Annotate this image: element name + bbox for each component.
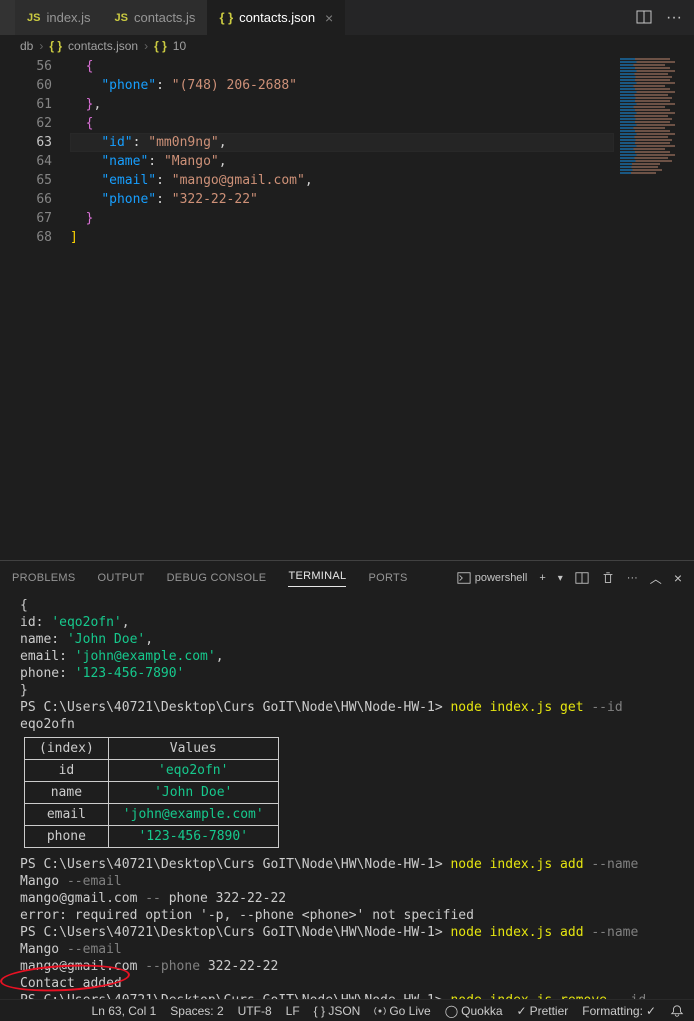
tab-terminal[interactable]: TERMINAL — [288, 570, 346, 587]
line-gutter: 56 60 61 62 63 64 65 66 67 68 — [0, 57, 70, 560]
json-icon: { } — [154, 39, 167, 53]
tab-label: index.js — [46, 10, 90, 25]
terminal-profile[interactable]: powershell — [457, 571, 528, 585]
terminal-content[interactable]: { id: 'eqo2ofn', name: 'John Doe', email… — [0, 595, 694, 1005]
breadcrumb-symbol: 10 — [173, 39, 186, 53]
chevron-right-icon: › — [39, 39, 43, 53]
powershell-icon — [457, 571, 471, 585]
minimap[interactable] — [620, 57, 680, 187]
tab-problems[interactable]: PROBLEMS — [12, 572, 76, 584]
code-editor[interactable]: 56 60 61 62 63 64 65 66 67 68 { "phone":… — [0, 57, 694, 560]
check-icon: ✓ — [517, 1004, 527, 1018]
status-language[interactable]: { } JSON — [314, 1004, 361, 1018]
json-icon: { } — [49, 39, 62, 53]
broadcast-icon — [374, 1005, 386, 1017]
editor-tabs-bar: JS index.js JS contacts.js { } contacts.… — [0, 0, 694, 35]
status-spaces[interactable]: Spaces: 2 — [170, 1004, 223, 1018]
status-quokka[interactable]: ◯Quokka — [445, 1004, 503, 1018]
code-content[interactable]: { "phone": "(748) 206-2688" }, { "id": "… — [70, 57, 313, 560]
breadcrumb-root: db — [20, 39, 33, 53]
tab-index-js[interactable]: JS index.js — [15, 0, 103, 35]
tab-contacts-json[interactable]: { } contacts.json × — [207, 0, 345, 35]
terminal-table: (index)Values id'eqo2ofn' name'John Doe'… — [24, 737, 279, 848]
breadcrumb-file: contacts.json — [68, 39, 138, 53]
status-bar: Ln 63, Col 1 Spaces: 2 UTF-8 LF { } JSON… — [0, 999, 694, 1021]
chevron-right-icon: › — [144, 39, 148, 53]
close-panel-icon[interactable]: × — [674, 570, 682, 586]
activity-bar-strip — [0, 0, 15, 35]
trash-icon[interactable] — [601, 571, 615, 585]
close-icon[interactable]: × — [325, 10, 333, 26]
status-eol[interactable]: LF — [286, 1004, 300, 1018]
tab-debug-console[interactable]: DEBUG CONSOLE — [167, 572, 267, 584]
bell-icon[interactable] — [670, 1004, 684, 1018]
json-icon: { } — [219, 10, 233, 25]
status-formatting[interactable]: Formatting:✓ — [582, 1004, 656, 1018]
tab-label: contacts.json — [239, 10, 315, 25]
js-icon: JS — [27, 12, 40, 24]
more-icon[interactable]: ··· — [666, 9, 682, 27]
breadcrumb[interactable]: db › { } contacts.json › { } 10 — [0, 35, 694, 57]
status-encoding[interactable]: UTF-8 — [238, 1004, 272, 1018]
chevron-down-icon[interactable]: ▾ — [558, 573, 563, 584]
new-terminal-icon[interactable]: + — [539, 572, 545, 584]
bottom-panel: PROBLEMS OUTPUT DEBUG CONSOLE TERMINAL P… — [0, 560, 694, 1005]
status-lncol[interactable]: Ln 63, Col 1 — [92, 1004, 157, 1018]
tab-output[interactable]: OUTPUT — [98, 572, 145, 584]
tab-ports[interactable]: PORTS — [368, 572, 407, 584]
more-icon[interactable]: ··· — [627, 572, 638, 584]
status-prettier[interactable]: ✓Prettier — [517, 1004, 569, 1018]
status-golive[interactable]: Go Live — [374, 1004, 430, 1018]
circle-icon: ◯ — [445, 1004, 458, 1018]
split-editor-icon[interactable] — [636, 9, 652, 27]
tab-label: contacts.js — [134, 10, 195, 25]
split-terminal-icon[interactable] — [575, 571, 589, 585]
panel-tabs: PROBLEMS OUTPUT DEBUG CONSOLE TERMINAL P… — [0, 561, 694, 595]
js-icon: JS — [115, 12, 128, 24]
chevron-up-icon[interactable]: ︿ — [650, 570, 662, 587]
check-icon: ✓ — [646, 1004, 656, 1018]
tab-contacts-js[interactable]: JS contacts.js — [103, 0, 208, 35]
